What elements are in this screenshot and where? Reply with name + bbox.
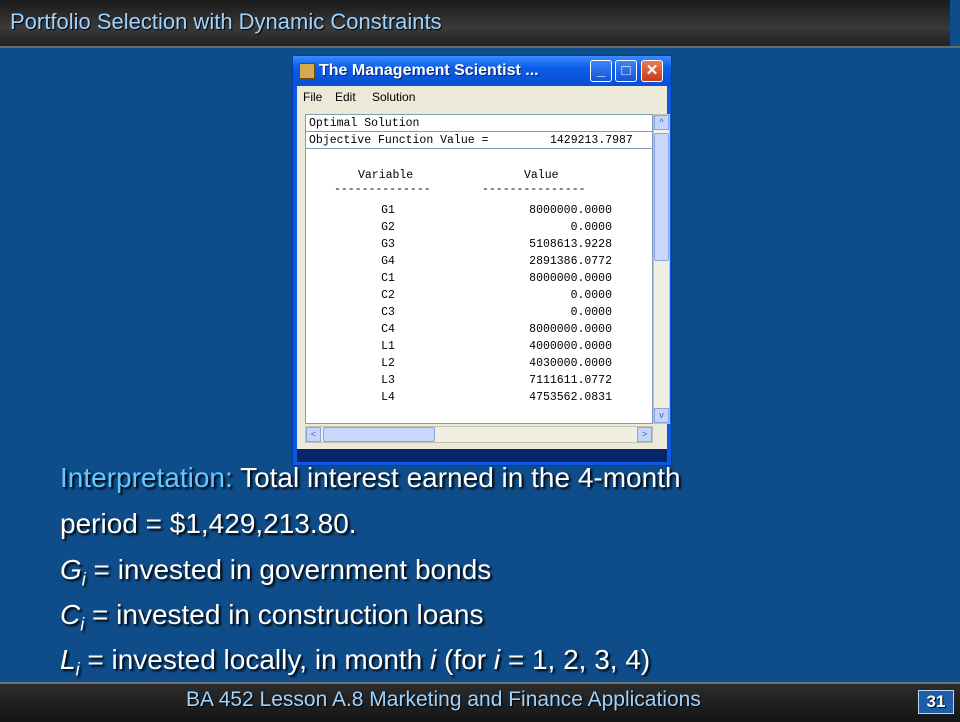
objective-value: 1429213.7987 [550, 134, 633, 147]
vertical-scroll-thumb[interactable] [654, 133, 669, 261]
l-definition-a: = invested locally, in month [79, 644, 431, 675]
scroll-right-icon[interactable]: > [637, 427, 652, 442]
variable-value: 0.0000 [570, 289, 612, 302]
interpretation-label: Interpretation: [60, 462, 233, 493]
variable-name: G3 [381, 238, 395, 251]
objective-label: Objective Function Value = [309, 134, 489, 147]
g-letter: G [60, 554, 82, 585]
output-text-area[interactable]: Optimal Solution Objective Function Valu… [305, 114, 653, 424]
objective-row: Objective Function Value = 1429213.7987 [306, 132, 652, 149]
variable-value: 7111611.0772 [529, 374, 612, 387]
variable-value: 4030000.0000 [529, 357, 612, 370]
variable-value: 4000000.0000 [529, 340, 612, 353]
menu-edit[interactable]: Edit [335, 90, 356, 104]
l-letter: L [60, 644, 76, 675]
variable-value: 5108613.9228 [529, 238, 612, 251]
table-row: G2 0.0000 [306, 221, 652, 238]
variable-name: C4 [381, 323, 395, 336]
table-row: G1 8000000.0000 [306, 204, 652, 221]
variable-value: 2891386.0772 [529, 255, 612, 268]
slide-footer-bar: BA 452 Lesson A.8 Marketing and Finance … [0, 682, 960, 722]
variable-name: L4 [381, 391, 395, 404]
window-client-area: Optimal Solution Objective Function Valu… [297, 108, 670, 461]
minimize-button[interactable]: _ [590, 60, 612, 82]
app-icon[interactable] [299, 63, 315, 79]
column-header-value: Value [524, 169, 559, 182]
table-row: L3 7111611.0772 [306, 374, 652, 391]
interpretation-line-1: Interpretation: Total interest earned in… [60, 462, 681, 494]
menu-bar: File Edit Solution [297, 86, 667, 108]
variable-name: G2 [381, 221, 395, 234]
variable-name: G4 [381, 255, 395, 268]
table-row: L2 4030000.0000 [306, 357, 652, 374]
variable-name: L3 [381, 374, 395, 387]
output-heading-row: Optimal Solution [306, 115, 652, 132]
table-row: G3 5108613.9228 [306, 238, 652, 255]
output-heading: Optimal Solution [309, 117, 420, 130]
g-definition: = invested in government bonds [85, 554, 492, 585]
table-row: L4 4753562.0831 [306, 391, 652, 408]
variable-name: C1 [381, 272, 395, 285]
table-row: G4 2891386.0772 [306, 255, 652, 272]
vertical-scrollbar[interactable]: ^ v [653, 114, 670, 424]
variable-name: G1 [381, 204, 395, 217]
page-number: 31 [918, 690, 954, 714]
slide-title: Portfolio Selection with Dynamic Constra… [10, 9, 442, 34]
close-button[interactable]: ✕ [641, 60, 663, 82]
scroll-up-icon[interactable]: ^ [654, 115, 669, 130]
c-letter: C [60, 599, 81, 630]
title-bar-notch [950, 0, 960, 46]
interpretation-text-1: Total interest earned in the 4-month [240, 462, 681, 493]
l-definition-b: (for [436, 644, 494, 675]
slide-title-bar: Portfolio Selection with Dynamic Constra… [0, 0, 960, 48]
variable-name: L2 [381, 357, 395, 370]
variable-value: 0.0000 [570, 221, 612, 234]
variable-value: 0.0000 [570, 306, 612, 319]
c-definition: = invested in construction loans [84, 599, 484, 630]
column-rule-value: --------------- [482, 183, 586, 196]
column-rule-variable: -------------- [334, 183, 431, 196]
l-definition-c: = 1, 2, 3, 4) [500, 644, 651, 675]
table-row: C1 8000000.0000 [306, 272, 652, 289]
scroll-down-icon[interactable]: v [654, 408, 669, 423]
table-row: C2 0.0000 [306, 289, 652, 306]
menu-solution[interactable]: Solution [372, 90, 415, 104]
variable-value: 8000000.0000 [529, 272, 612, 285]
window-title: The Management Scientist ... [319, 62, 539, 79]
table-row: C3 0.0000 [306, 306, 652, 323]
menu-file[interactable]: File [303, 90, 322, 104]
maximize-button[interactable]: □ [615, 60, 637, 82]
variable-value: 4753562.0831 [529, 391, 612, 404]
column-header-variable: Variable [358, 169, 414, 182]
horizontal-scroll-thumb[interactable] [323, 427, 435, 442]
table-row: L1 4000000.0000 [306, 340, 652, 357]
scroll-left-icon[interactable]: < [306, 427, 321, 442]
definition-g: Gi = invested in government bonds [60, 554, 491, 591]
interpretation-line-2: period = $1,429,213.80. [60, 508, 357, 539]
variable-name: C3 [381, 306, 395, 319]
management-scientist-window: The Management Scientist ... _ □ ✕ File … [292, 55, 672, 466]
definition-l: Li = invested locally, in month i (for i… [60, 644, 650, 681]
variable-name: C2 [381, 289, 395, 302]
slide-footer: BA 452 Lesson A.8 Marketing and Finance … [186, 688, 701, 711]
window-status-bar [297, 449, 667, 462]
definition-c: Ci = invested in construction loans [60, 599, 483, 636]
variable-value: 8000000.0000 [529, 204, 612, 217]
variable-name: L1 [381, 340, 395, 353]
table-row: C4 8000000.0000 [306, 323, 652, 340]
variable-value: 8000000.0000 [529, 323, 612, 336]
horizontal-scrollbar[interactable]: < > [305, 426, 653, 443]
window-titlebar[interactable]: The Management Scientist ... _ □ ✕ [293, 56, 671, 86]
